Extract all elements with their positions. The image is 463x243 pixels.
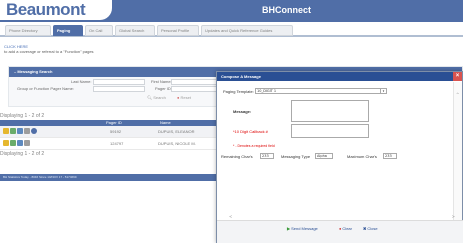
dialog-footer: ▶Send Message ●Clear ✖Close xyxy=(217,220,463,243)
scroll-left-icon[interactable]: < xyxy=(229,214,232,219)
chevron-down-icon: ▾ xyxy=(380,89,386,93)
send-message-button[interactable]: ▶Send Message xyxy=(287,226,318,231)
paging-template-select[interactable]: 10_DIGIT 1 ▾ xyxy=(255,88,387,94)
dialog-title: Compose A Message xyxy=(221,74,261,79)
vertical-scrollbar[interactable]: ^ v xyxy=(453,82,462,232)
close-x-icon: ✖ xyxy=(363,226,367,231)
send-icon: ▶ xyxy=(287,226,291,231)
clear-button[interactable]: ●Clear xyxy=(339,226,352,231)
close-label: Close xyxy=(367,226,378,231)
max-chars-label: Maximum Char's xyxy=(347,154,377,159)
messaging-type-field: Alpha xyxy=(315,153,333,159)
message-textarea[interactable] xyxy=(291,100,369,122)
send-label: Send Message xyxy=(291,226,318,231)
max-chars-field: 233 xyxy=(383,153,397,159)
clear-label: Clear xyxy=(342,226,352,231)
close-icon[interactable]: × xyxy=(453,72,462,81)
paging-template-value: 10_DIGIT 1 xyxy=(257,89,277,93)
paging-template-label: Paging Template: xyxy=(223,89,254,94)
close-button[interactable]: ✖Close xyxy=(363,226,378,231)
required-note: * - Denotes a required field xyxy=(233,144,275,148)
callback-label-text: *10 Digit Callback # xyxy=(233,129,268,134)
scroll-up-icon[interactable]: ^ xyxy=(456,92,459,97)
remaining-chars-label: Remaining Char's xyxy=(221,154,253,159)
scroll-right-icon[interactable]: > xyxy=(452,214,455,219)
compose-message-dialog: Compose A Message × Paging Template: 10_… xyxy=(216,71,463,243)
callback-label: *10 Digit Callback # xyxy=(233,129,268,134)
remaining-chars-field: 233 xyxy=(260,153,274,159)
dialog-title-bar[interactable]: Compose A Message × xyxy=(217,72,462,81)
callback-input[interactable] xyxy=(291,124,369,138)
messaging-type-label: Messaging Type xyxy=(281,154,311,159)
message-label: Message: xyxy=(233,109,252,114)
